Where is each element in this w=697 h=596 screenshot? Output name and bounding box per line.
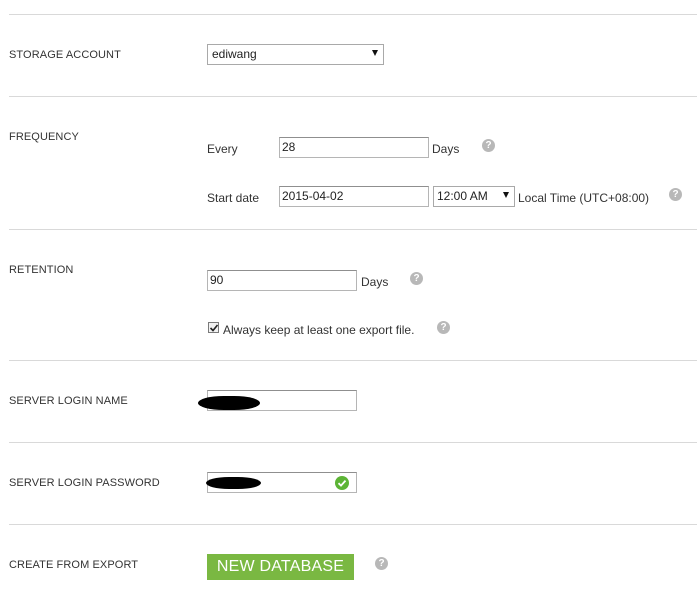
question-circle-icon[interactable]: ? [410,272,423,285]
always-keep-checkbox[interactable] [208,322,219,333]
server-login-password-label: SERVER LOGIN PASSWORD [9,477,160,489]
every-label: Every [207,142,238,156]
question-circle-icon[interactable]: ? [669,188,682,201]
every-input[interactable]: 28 [279,137,429,158]
start-date-input[interactable]: 2015-04-02 [279,186,429,207]
start-time-select[interactable]: 12:00 AM [433,186,515,207]
question-circle-icon[interactable]: ? [482,139,495,152]
divider-after-retention [9,360,697,361]
storage-account-select[interactable]: ediwang [207,44,384,65]
chevron-down-icon [503,192,509,198]
redaction-mark [198,396,260,410]
divider-after-storage [9,96,697,97]
checkmark-icon [209,324,219,332]
question-circle-icon[interactable]: ? [375,557,388,570]
new-database-button[interactable]: NEW DATABASE [207,554,354,580]
server-login-name-label: SERVER LOGIN NAME [9,395,128,407]
divider-after-login-name [9,442,697,443]
storage-account-label: STORAGE ACCOUNT [9,49,121,61]
retention-label: RETENTION [9,264,74,276]
check-circle-icon [335,476,349,490]
frequency-label: FREQUENCY [9,131,79,143]
always-keep-label: Always keep at least one export file. [223,323,415,337]
divider-after-login-password [9,524,697,525]
question-circle-icon[interactable]: ? [437,321,450,334]
create-from-export-label: CREATE FROM EXPORT [9,559,139,571]
start-date-label: Start date [207,191,260,205]
every-unit-label: Days [432,142,460,156]
chevron-down-icon [372,50,378,56]
timezone-label: Local Time (UTC+08:00) [518,191,650,205]
start-time-selected-value: 12:00 AM [437,189,488,203]
storage-account-selected-value: ediwang [212,47,257,61]
divider-top [9,14,697,15]
redaction-mark [206,477,261,489]
divider-after-frequency [9,229,697,230]
retention-input[interactable]: 90 [207,270,357,291]
retention-unit-label: Days [361,275,389,289]
